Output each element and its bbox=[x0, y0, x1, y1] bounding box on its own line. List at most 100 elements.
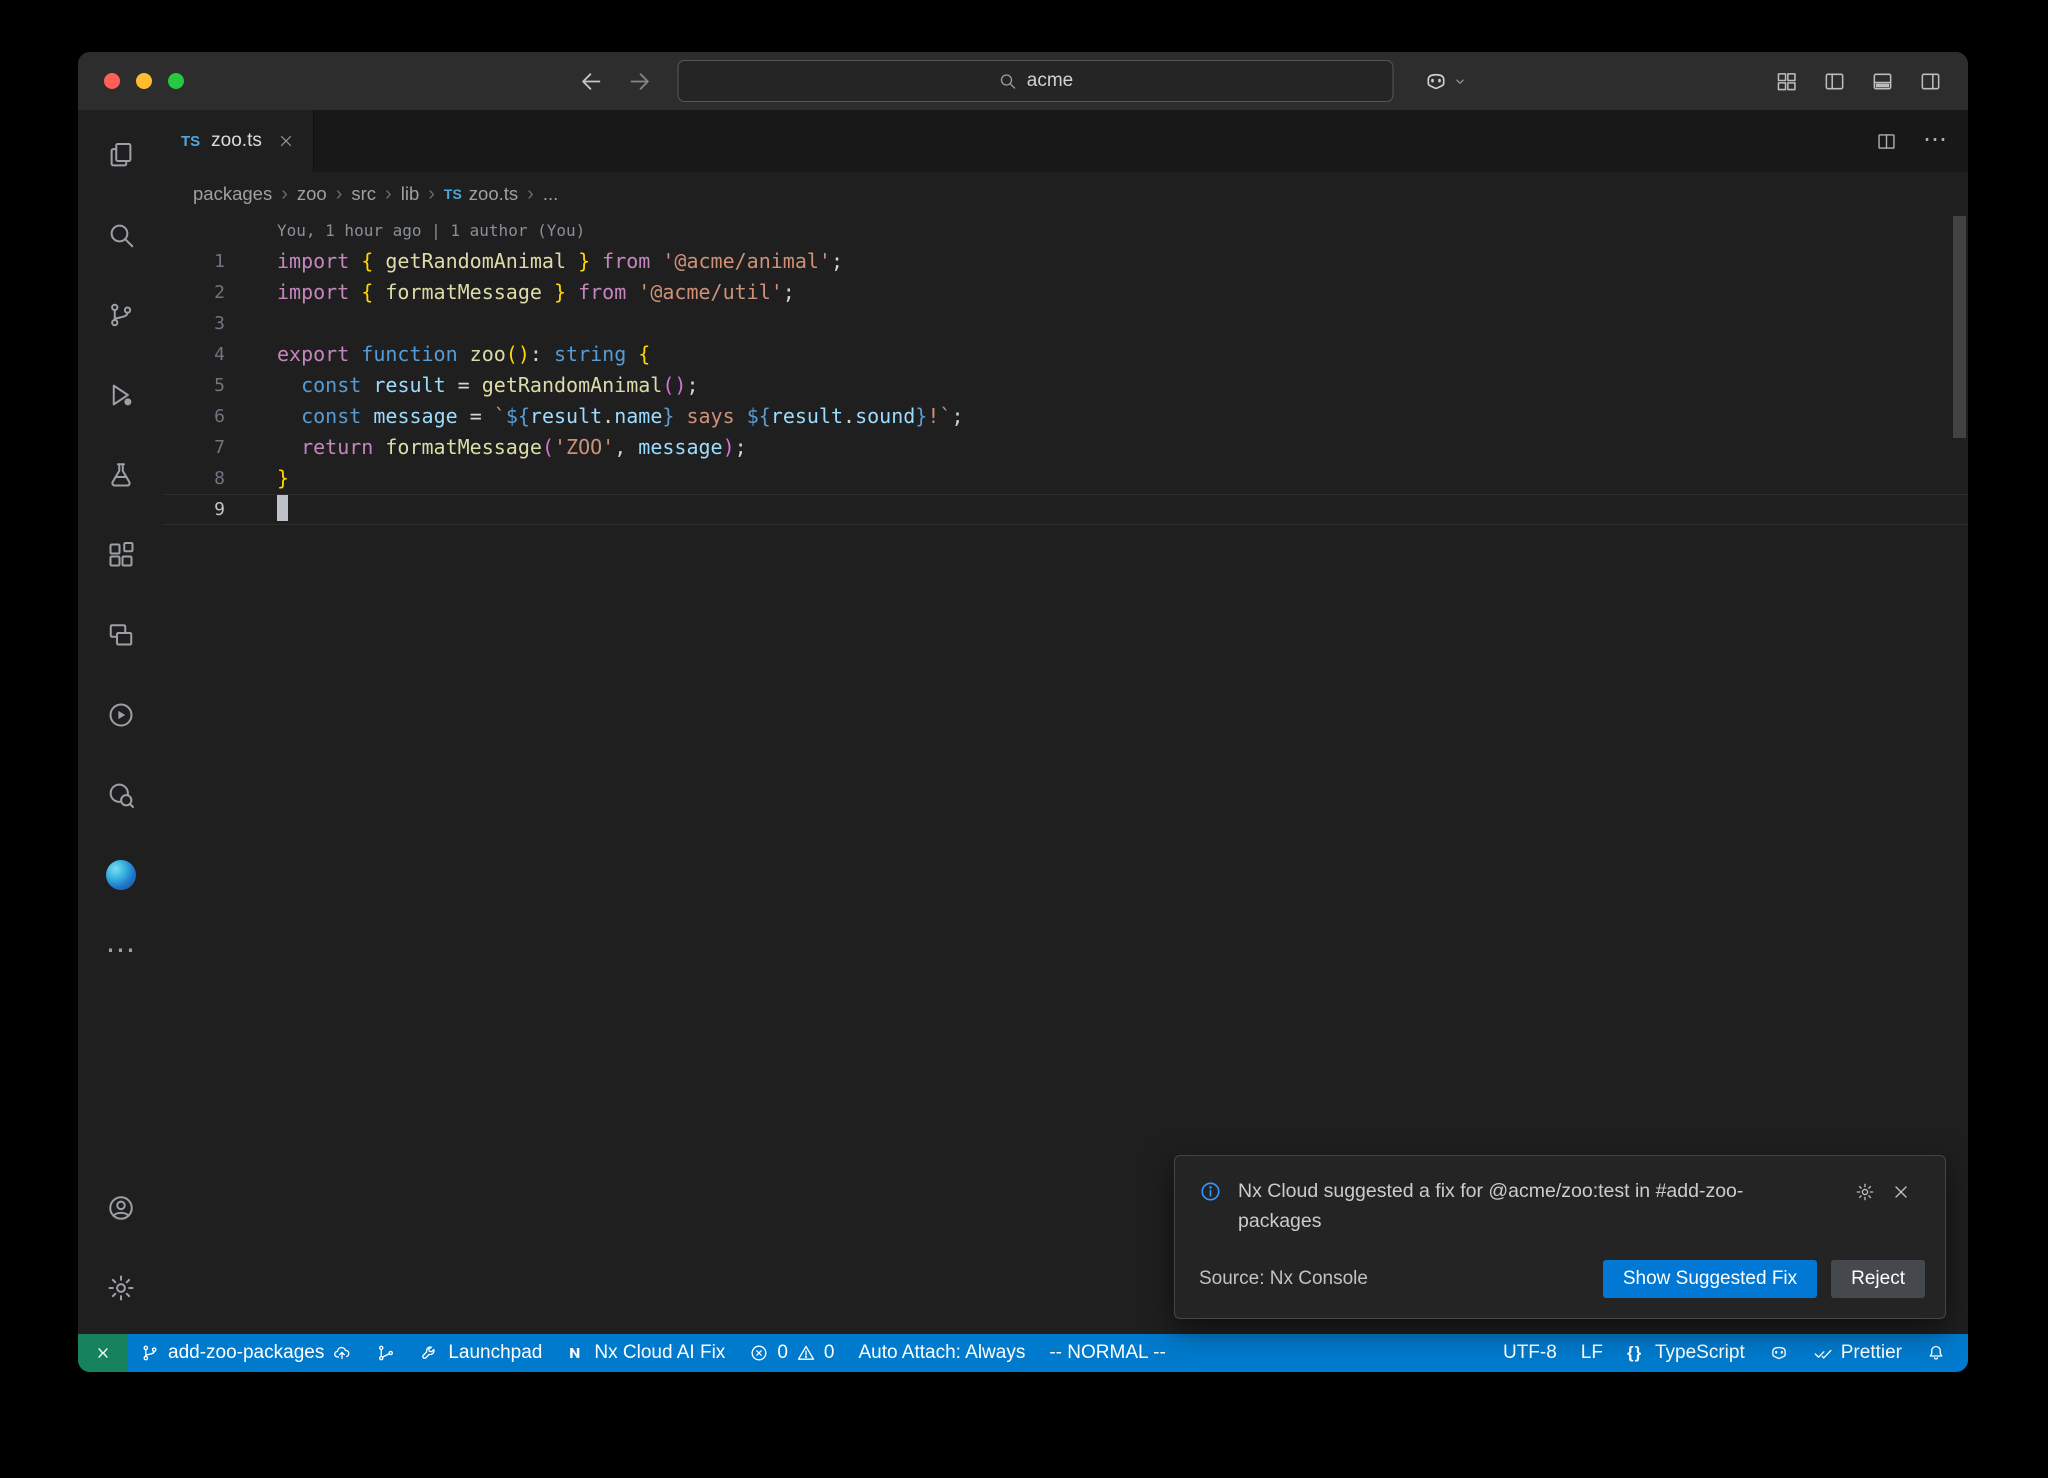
status-nx-cloud-ai-fix[interactable]: Nx Cloud AI Fix bbox=[554, 1334, 737, 1372]
remote-explorer-icon bbox=[106, 620, 136, 650]
activity-bar-item-more[interactable]: ⋯ bbox=[78, 915, 163, 995]
activity-bar-item-account[interactable] bbox=[78, 1168, 163, 1248]
status-remote-indicator[interactable] bbox=[78, 1334, 128, 1372]
breadcrumb: packages›zoo›src›lib›TSzoo.ts›... bbox=[163, 172, 1968, 216]
close-window-button[interactable] bbox=[104, 73, 120, 89]
status-vim-mode[interactable]: -- NORMAL -- bbox=[1037, 1334, 1177, 1372]
status-nx-cloud-ai-fix-label: Nx Cloud AI Fix bbox=[594, 1342, 725, 1364]
breadcrumb-item-src[interactable]: src bbox=[351, 183, 376, 205]
nav-controls bbox=[578, 68, 654, 95]
activity-bar-item-edge-devtools[interactable] bbox=[78, 835, 163, 915]
status-problems-count: 0 bbox=[824, 1342, 835, 1364]
breadcrumb-separator: › bbox=[336, 183, 343, 206]
code-line-9[interactable]: 9 bbox=[163, 494, 1968, 525]
show-suggested-fix-button[interactable]: Show Suggested Fix bbox=[1603, 1260, 1817, 1298]
line-content: import { getRandomAnimal } from '@acme/a… bbox=[277, 246, 843, 277]
code-line-6[interactable]: 6 const message = `${result.name} says $… bbox=[163, 401, 1968, 432]
code-lines: 1 import { getRandomAnimal } from '@acme/… bbox=[163, 246, 1968, 525]
minimize-window-button[interactable] bbox=[136, 73, 152, 89]
notification-header: Nx Cloud suggested a fix for @acme/zoo:t… bbox=[1199, 1176, 1925, 1236]
notification-settings-gear-icon[interactable] bbox=[1855, 1182, 1875, 1202]
code-line-8[interactable]: 8} bbox=[163, 463, 1968, 494]
status-encoding-label: UTF-8 bbox=[1503, 1342, 1557, 1364]
status-copilot-status[interactable] bbox=[1757, 1334, 1801, 1372]
copilot-icon bbox=[1424, 69, 1449, 94]
status-language-mode-label: TypeScript bbox=[1655, 1342, 1745, 1364]
status-auto-attach[interactable]: Auto Attach: Always bbox=[846, 1334, 1037, 1372]
copilot-icon bbox=[1769, 1343, 1789, 1363]
activity-bar-item-run-circle[interactable] bbox=[78, 675, 163, 755]
command-center-search[interactable]: acme bbox=[678, 60, 1394, 102]
status-eol-label: LF bbox=[1581, 1342, 1603, 1364]
info-icon bbox=[1199, 1180, 1222, 1203]
activity-bar: ⋯ bbox=[78, 110, 163, 1334]
breadcrumb-item-lib[interactable]: lib bbox=[401, 183, 420, 205]
line-content: export function zoo(): string { bbox=[277, 339, 650, 370]
search-icon bbox=[998, 71, 1018, 91]
notification-close-icon[interactable] bbox=[1891, 1182, 1911, 1202]
code-editor[interactable]: You, 1 hour ago | 1 author (You) 1 import… bbox=[163, 216, 1968, 1334]
status-encoding[interactable]: UTF-8 bbox=[1491, 1334, 1569, 1372]
activity-bar-item-inspect[interactable] bbox=[78, 755, 163, 835]
tab-bar-actions: ⋯ bbox=[1876, 110, 1968, 172]
reject-button[interactable]: Reject bbox=[1831, 1260, 1925, 1298]
status-bar: add-zoo-packages Launchpad Nx Cloud AI Fix… bbox=[78, 1334, 1968, 1372]
line-number: 4 bbox=[163, 339, 225, 370]
titlebar-center: acme bbox=[578, 60, 1469, 102]
code-line-3[interactable]: 3 bbox=[163, 308, 1968, 339]
breadcrumb-label: zoo bbox=[297, 183, 327, 205]
code-line-2[interactable]: 2import { formatMessage } from '@acme/ut… bbox=[163, 277, 1968, 308]
toggle-panel-button[interactable] bbox=[1871, 70, 1894, 93]
activity-bar-item-source-control[interactable] bbox=[78, 275, 163, 355]
close-tab-icon[interactable] bbox=[277, 132, 295, 150]
notification-source: Source: Nx Console bbox=[1199, 1268, 1591, 1290]
scrollbar-thumb[interactable] bbox=[1953, 216, 1966, 438]
line-number: 6 bbox=[163, 401, 225, 432]
status-formatter-prettier[interactable]: Prettier bbox=[1801, 1334, 1914, 1372]
breadcrumb-item-packages[interactable]: packages bbox=[193, 183, 272, 205]
breadcrumb-separator: › bbox=[527, 183, 534, 206]
editor-column: TS zoo.ts ⋯ packages›zoo›src›lib›TSzoo.t… bbox=[163, 110, 1968, 1334]
activity-bar-item-explorer[interactable] bbox=[78, 115, 163, 195]
wrench-icon bbox=[420, 1343, 440, 1363]
breadcrumb-item-zoo-ts[interactable]: TSzoo.ts bbox=[444, 183, 518, 205]
activity-bar-item-run-debug[interactable] bbox=[78, 355, 163, 435]
activity-bar-item-remote-explorer[interactable] bbox=[78, 595, 163, 675]
zoom-window-button[interactable] bbox=[168, 73, 184, 89]
git-branch-icon bbox=[140, 1343, 160, 1363]
status-eol[interactable]: LF bbox=[1569, 1334, 1615, 1372]
gitlens-blame-annotation[interactable]: You, 1 hour ago | 1 author (You) bbox=[163, 216, 1968, 246]
source-control-icon bbox=[106, 300, 136, 330]
notification-footer: Source: Nx Console Show Suggested Fix Re… bbox=[1199, 1260, 1925, 1298]
more-actions-button[interactable]: ⋯ bbox=[1923, 131, 1944, 152]
double-check-icon bbox=[1813, 1343, 1833, 1363]
toggle-secondary-sidebar-button[interactable] bbox=[1919, 70, 1942, 93]
code-line-1[interactable]: 1 import { getRandomAnimal } from '@acme/… bbox=[163, 246, 1968, 277]
customize-layout-button[interactable] bbox=[1775, 70, 1798, 93]
tab-zoo-ts[interactable]: TS zoo.ts bbox=[163, 110, 314, 172]
split-editor-button[interactable] bbox=[1876, 131, 1897, 152]
layout-controls bbox=[1775, 70, 1942, 93]
line-number: 1 bbox=[163, 246, 225, 277]
activity-bar-item-settings-gear[interactable] bbox=[78, 1248, 163, 1328]
activity-bar-item-search[interactable] bbox=[78, 195, 163, 275]
tab-label: zoo.ts bbox=[211, 130, 262, 152]
status-commit-graph[interactable] bbox=[364, 1334, 408, 1372]
activity-bar-item-testing[interactable] bbox=[78, 435, 163, 515]
go-back-button[interactable] bbox=[578, 68, 605, 95]
copilot-menu[interactable] bbox=[1424, 69, 1469, 94]
warning-icon bbox=[796, 1343, 816, 1363]
status-launchpad[interactable]: Launchpad bbox=[408, 1334, 554, 1372]
status-notifications-bell[interactable] bbox=[1914, 1334, 1958, 1372]
status-branch[interactable]: add-zoo-packages bbox=[128, 1334, 364, 1372]
code-line-4[interactable]: 4 export function zoo(): string { bbox=[163, 339, 1968, 370]
toggle-primary-sidebar-button[interactable] bbox=[1823, 70, 1846, 93]
go-forward-button[interactable] bbox=[627, 68, 654, 95]
status-language-mode[interactable]: {}TypeScript bbox=[1615, 1334, 1757, 1372]
breadcrumb-item-zoo[interactable]: zoo bbox=[297, 183, 327, 205]
activity-bar-item-extensions[interactable] bbox=[78, 515, 163, 595]
status-problems[interactable]: 00 bbox=[737, 1334, 846, 1372]
code-line-5[interactable]: 5 const result = getRandomAnimal(); bbox=[163, 370, 1968, 401]
code-line-7[interactable]: 7 return formatMessage('ZOO', message); bbox=[163, 432, 1968, 463]
breadcrumb-item-more[interactable]: ... bbox=[543, 183, 558, 205]
